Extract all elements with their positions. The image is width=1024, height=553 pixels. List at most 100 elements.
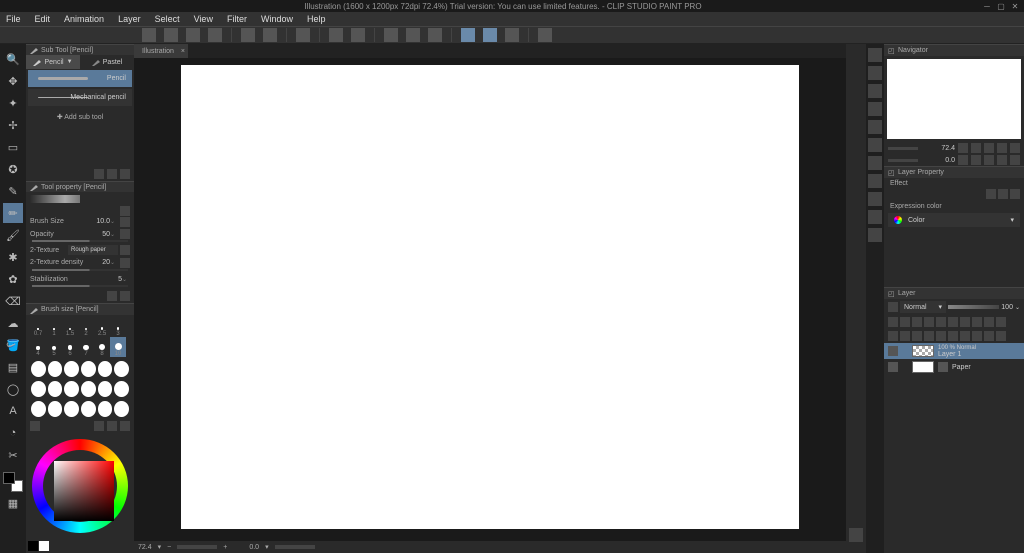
menu-help[interactable]: Help [307, 14, 326, 24]
gradient-tool-icon[interactable]: ▤ [3, 357, 23, 377]
texture-density-indicator-icon[interactable] [120, 258, 130, 268]
color-wheel[interactable] [26, 433, 134, 539]
menu-layer[interactable]: Layer [118, 14, 141, 24]
navigator-header[interactable]: ◰ Navigator [884, 44, 1024, 56]
layer-move-tool-icon[interactable]: ✢ [3, 115, 23, 135]
quick-access-icon-10[interactable] [868, 210, 882, 224]
marquee-tool-icon[interactable]: ▭ [3, 137, 23, 157]
prop-save-icon[interactable] [107, 291, 117, 301]
preview-dropdown-icon[interactable] [120, 206, 130, 216]
eraser-tool-icon[interactable]: ⌫ [3, 291, 23, 311]
quick-access-icon-5[interactable] [868, 120, 882, 134]
subtool-item-mechanical[interactable]: Mechanical pencil [28, 89, 132, 106]
prop-stabilization[interactable]: Stabilization 5 ⌄ [26, 273, 134, 285]
blend-tool-icon[interactable]: ☁ [3, 313, 23, 333]
quick-access-icon-1[interactable] [868, 48, 882, 62]
layerbtn-3-icon[interactable] [912, 317, 922, 327]
layerbtn-10-icon[interactable] [996, 317, 1006, 327]
layerbtn2-10-icon[interactable] [996, 331, 1006, 341]
quick-access-icon-9[interactable] [868, 192, 882, 206]
effect-tone-icon[interactable] [998, 189, 1008, 199]
layerbtn-6-icon[interactable] [948, 317, 958, 327]
add-sub-tool-button[interactable]: ✚ Add sub tool [26, 107, 134, 127]
layerbtn2-6-icon[interactable] [948, 331, 958, 341]
history-swatch-2[interactable] [39, 541, 49, 551]
rotate-slider[interactable] [275, 545, 315, 549]
brush-size-10[interactable]: 10 [110, 337, 126, 357]
nav-fliph-icon[interactable] [997, 155, 1007, 165]
layerbtn2-9-icon[interactable] [984, 331, 994, 341]
subtab-pastel[interactable]: Pastel [80, 55, 134, 68]
fgbg-swatches[interactable] [3, 472, 23, 492]
zoom-slider[interactable] [177, 545, 217, 549]
fg-color-swatch[interactable] [3, 472, 15, 484]
layerbtn2-3-icon[interactable] [912, 331, 922, 341]
layer-row-2[interactable]: Paper [884, 359, 1024, 375]
brush-size-5[interactable]: 5 [46, 337, 62, 357]
layerbtn2-7-icon[interactable] [960, 331, 970, 341]
layer-opacity-value[interactable]: 100 [1001, 304, 1013, 311]
nav-zoomin-icon[interactable] [971, 143, 981, 153]
quick-access-icon-6[interactable] [868, 138, 882, 152]
close-button[interactable]: ✕ [1010, 1, 1020, 11]
nav-zoomout-icon[interactable] [958, 143, 968, 153]
correction-tool-icon[interactable]: ✂ [3, 445, 23, 465]
prop-opacity[interactable]: Opacity 50 ⌄ [26, 228, 134, 240]
zoom-in-icon[interactable]: + [223, 544, 227, 551]
brush-size-7[interactable]: 7 [78, 337, 94, 357]
quick-access-icon-3[interactable] [868, 84, 882, 98]
brush-settings1-icon[interactable] [94, 421, 104, 431]
zoom-readout[interactable]: 72.4 [138, 544, 152, 551]
canvas[interactable] [181, 65, 799, 529]
prop-texture[interactable]: 2-Texture Rough paper [26, 244, 134, 256]
nav-fit-icon[interactable] [984, 143, 994, 153]
layerbtn2-8-icon[interactable] [972, 331, 982, 341]
layer-opacity-slider[interactable] [948, 305, 999, 309]
effect-layer-icon[interactable] [1010, 189, 1020, 199]
navigator-thumbnail[interactable] [887, 59, 1021, 139]
quick-access-icon-7[interactable] [868, 156, 882, 170]
cmd-save-icon[interactable] [208, 28, 222, 42]
pen-tool-icon[interactable]: ✎ [3, 181, 23, 201]
maximize-button[interactable]: ▢ [996, 1, 1006, 11]
layerbtn-2-icon[interactable] [900, 317, 910, 327]
layerbtn-8-icon[interactable] [972, 317, 982, 327]
subtab-pencil[interactable]: Pencil ▼ [26, 55, 80, 68]
magnify-tool-icon[interactable]: 🔍 [3, 49, 23, 69]
cmd-snap-ruler-icon[interactable] [461, 28, 475, 42]
cmd-fill-icon[interactable] [329, 28, 343, 42]
cmd-invert-select-icon[interactable] [428, 28, 442, 42]
brush-size-1[interactable]: 1 [46, 317, 62, 337]
subtool-settings-icon[interactable] [94, 169, 104, 179]
balloon-tool-icon[interactable]: ◔ [3, 423, 23, 443]
pencil-tool-icon[interactable]: ✏ [3, 203, 23, 223]
brush-size-2[interactable]: 2 [78, 317, 94, 337]
transparent-color-icon[interactable]: ▦ [3, 493, 23, 513]
menu-filter[interactable]: Filter [227, 14, 247, 24]
cmd-delete-icon[interactable] [296, 28, 310, 42]
text-tool-icon[interactable]: A [3, 401, 23, 421]
layer-blend-icon[interactable] [888, 302, 898, 312]
cmd-new-icon[interactable] [164, 28, 178, 42]
nav-flipv-icon[interactable] [1010, 155, 1020, 165]
fill-tool-icon[interactable]: 🪣 [3, 335, 23, 355]
cmd-erase-icon[interactable] [351, 28, 365, 42]
brush-trash-icon[interactable] [120, 421, 130, 431]
tool-property-header[interactable]: Tool property [Pencil] [26, 181, 134, 192]
layerbtn-1-icon[interactable] [888, 317, 898, 327]
brush-size-2.5[interactable]: 2.5 [94, 317, 110, 337]
quick-access-icon-11[interactable] [868, 228, 882, 242]
cmd-redo-icon[interactable] [263, 28, 277, 42]
brush-settings2-icon[interactable] [107, 421, 117, 431]
layerbtn2-1-icon[interactable] [888, 331, 898, 341]
navigator-zoom-value[interactable]: 72.4 [921, 145, 955, 152]
layerbtn2-4-icon[interactable] [924, 331, 934, 341]
subtool-panel-header[interactable]: Sub Tool [Pencil] [26, 44, 134, 55]
expression-color-dropdown[interactable]: Color ▾ [888, 213, 1020, 227]
prop-brush-size[interactable]: Brush Size 10.0 ⌄ [26, 216, 134, 228]
brush-size-panel-header[interactable]: Brush size [Pencil] [26, 303, 134, 314]
nav-rotr-icon[interactable] [971, 155, 981, 165]
menu-animation[interactable]: Animation [64, 14, 104, 24]
quick-access-icon-2[interactable] [868, 66, 882, 80]
navigator-rotate-slider[interactable] [888, 159, 918, 162]
